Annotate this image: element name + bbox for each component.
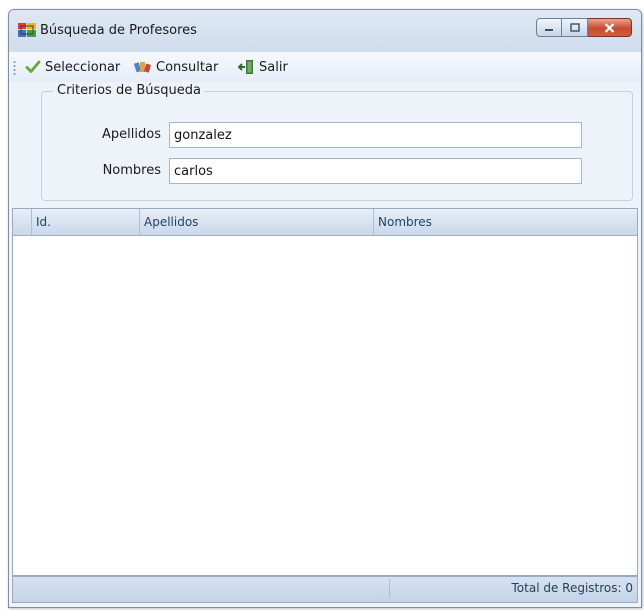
column-header-id[interactable]: Id. (31, 209, 139, 235)
app-grid-icon (18, 23, 36, 37)
column-header-nombres-label: Nombres (378, 215, 432, 229)
search-books-icon (134, 62, 151, 73)
title-bar[interactable]: Búsqueda de Profesores (9, 10, 641, 52)
results-grid[interactable]: Id. Apellidos Nombres (12, 208, 638, 576)
toolbar: Seleccionar Consultar Salir (9, 52, 641, 82)
status-bar: Total de Registros: 0 (12, 576, 638, 603)
apellidos-label: Apellidos (102, 127, 161, 142)
consultar-button[interactable]: Consultar (134, 57, 218, 77)
close-icon (604, 22, 615, 33)
total-records-text: Total de Registros: 0 (511, 581, 634, 595)
window-controls (536, 18, 632, 37)
search-criteria-legend: Criterios de Búsqueda (53, 83, 205, 98)
toolbar-grip[interactable] (13, 60, 16, 76)
nombres-input[interactable] (169, 158, 582, 184)
salir-label: Salir (259, 59, 288, 75)
close-button[interactable] (588, 18, 632, 37)
column-header-id-label: Id. (36, 215, 51, 229)
apellidos-input[interactable] (169, 122, 582, 148)
search-window: Búsqueda de Profesores Seleccionar Consu… (8, 9, 642, 608)
total-records-panel: Total de Registros: 0 (389, 579, 637, 598)
minimize-button[interactable] (536, 18, 562, 37)
seleccionar-button[interactable]: Seleccionar (25, 57, 120, 77)
seleccionar-label: Seleccionar (45, 59, 121, 75)
grid-header: Id. Apellidos Nombres (13, 209, 637, 236)
maximize-button[interactable] (562, 18, 588, 37)
window-title: Búsqueda de Profesores (40, 23, 197, 38)
minimize-icon (545, 28, 553, 31)
consultar-label: Consultar (156, 59, 219, 75)
nombres-label: Nombres (102, 163, 161, 178)
column-header-nombres[interactable]: Nombres (373, 209, 637, 235)
maximize-icon (569, 23, 580, 32)
salir-button[interactable]: Salir (238, 57, 288, 77)
checkmark-icon (25, 60, 41, 73)
column-header-apellidos-label: Apellidos (144, 215, 199, 229)
exit-door-icon (238, 60, 253, 74)
column-header-apellidos[interactable]: Apellidos (139, 209, 373, 235)
